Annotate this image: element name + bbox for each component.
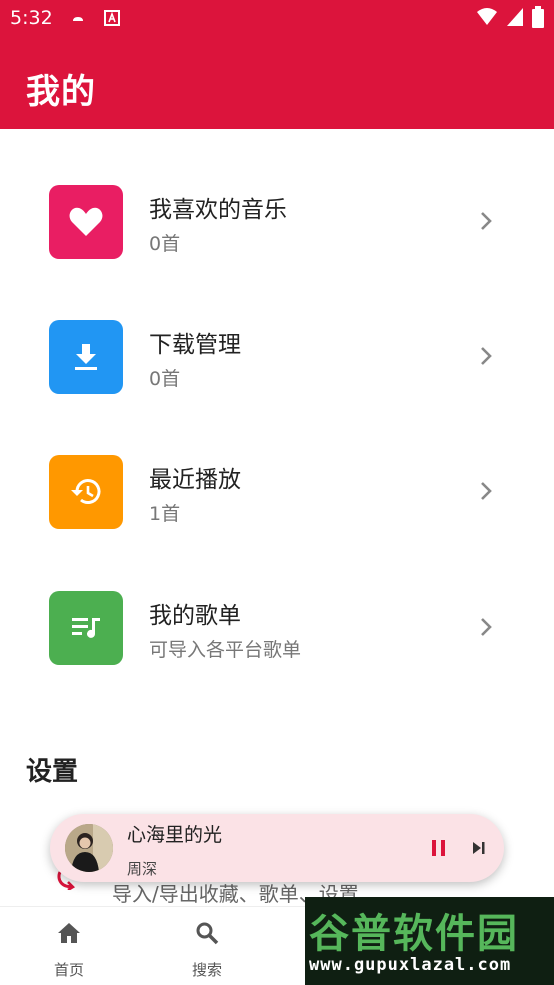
artist-name: 周深 bbox=[127, 860, 158, 878]
cloud-icon bbox=[73, 17, 83, 21]
download-icon bbox=[49, 320, 123, 394]
signal-icon bbox=[507, 8, 523, 26]
list-item-recent[interactable]: 最近播放 1首 bbox=[0, 436, 554, 546]
list-item-title: 我的歌单 bbox=[149, 603, 241, 629]
status-time: 5:32 bbox=[10, 7, 53, 29]
watermark-name: 谷普软件园 bbox=[309, 911, 519, 957]
list-item-favorites[interactable]: 我喜欢的音乐 0首 bbox=[0, 166, 554, 276]
song-title: 心海里的光 bbox=[127, 824, 223, 846]
nav-search[interactable]: 搜索 bbox=[138, 907, 276, 985]
skip-next-icon[interactable] bbox=[470, 838, 488, 858]
nav-label: 搜索 bbox=[191, 961, 222, 979]
watermark-url: www.gupuxlazal.com bbox=[309, 955, 512, 975]
history-icon bbox=[49, 455, 123, 529]
chevron-right-icon bbox=[481, 212, 492, 230]
home-icon bbox=[58, 923, 80, 943]
list-item-description: 可导入各平台歌单 bbox=[149, 639, 302, 661]
chevron-right-icon bbox=[481, 347, 492, 365]
watermark: 谷普软件园 www.gupuxlazal.com bbox=[305, 897, 554, 985]
list-item-count: 0首 bbox=[149, 368, 181, 390]
heart-icon bbox=[49, 185, 123, 259]
search-icon bbox=[196, 922, 219, 945]
list-item-count: 1首 bbox=[149, 503, 181, 525]
nav-label: 首页 bbox=[53, 961, 84, 979]
wifi-icon bbox=[477, 8, 497, 25]
app-bar: 我的 bbox=[0, 36, 554, 129]
playlist-icon bbox=[49, 591, 123, 665]
settings-heading: 设置 bbox=[26, 757, 79, 787]
app-notification-icon bbox=[104, 10, 120, 26]
list-item-title: 我喜欢的音乐 bbox=[149, 197, 287, 223]
status-bar: 5:32 bbox=[0, 0, 554, 36]
nav-home[interactable]: 首页 bbox=[0, 907, 138, 985]
page-title: 我的 bbox=[26, 72, 96, 112]
mini-player[interactable]: 心海里的光 周深 bbox=[50, 814, 504, 882]
list-item-count: 0首 bbox=[149, 233, 181, 255]
list-item-title: 下载管理 bbox=[149, 332, 241, 358]
status-icons bbox=[476, 6, 544, 28]
pause-icon[interactable] bbox=[430, 838, 448, 858]
list-item-downloads[interactable]: 下载管理 0首 bbox=[0, 301, 554, 411]
list-item-playlists[interactable]: 我的歌单 可导入各平台歌单 bbox=[0, 571, 554, 681]
chevron-right-icon bbox=[481, 618, 492, 636]
chevron-right-icon bbox=[481, 482, 492, 500]
battery-icon bbox=[532, 6, 544, 28]
album-cover bbox=[65, 824, 113, 872]
list-item-title: 最近播放 bbox=[149, 467, 241, 493]
